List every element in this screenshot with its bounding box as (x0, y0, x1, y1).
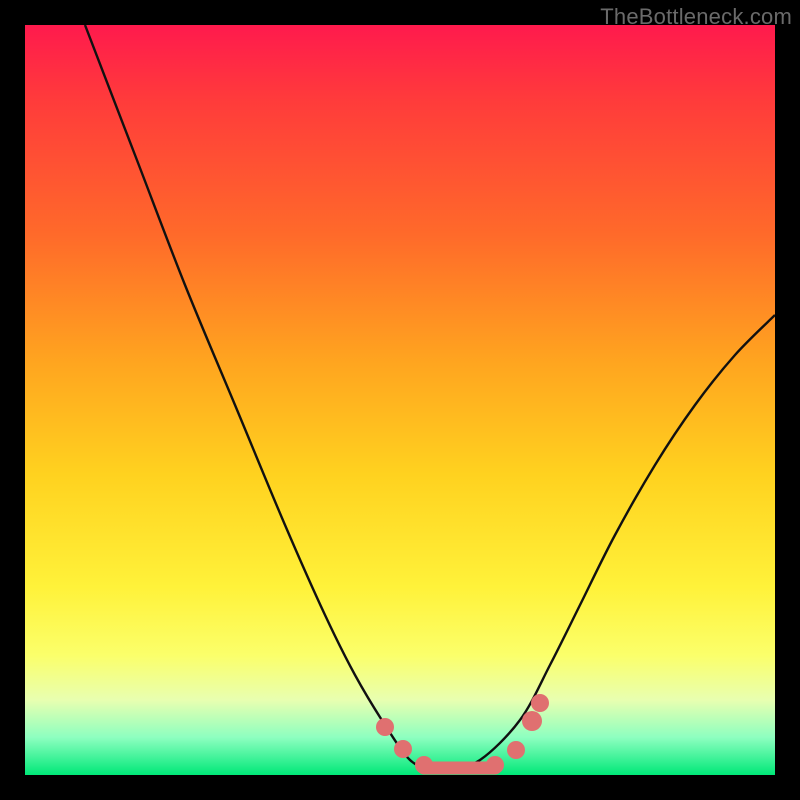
chart-plot-area (25, 25, 775, 775)
curve-marker (522, 711, 542, 731)
curve-marker (376, 718, 394, 736)
curve-marker (507, 741, 525, 759)
bottleneck-curve (85, 25, 775, 769)
watermark-text: TheBottleneck.com (600, 4, 792, 30)
curve-marker (531, 694, 549, 712)
chart-svg (25, 25, 775, 775)
curve-marker (394, 740, 412, 758)
curve-marker (486, 756, 504, 774)
curve-marker (415, 756, 433, 774)
